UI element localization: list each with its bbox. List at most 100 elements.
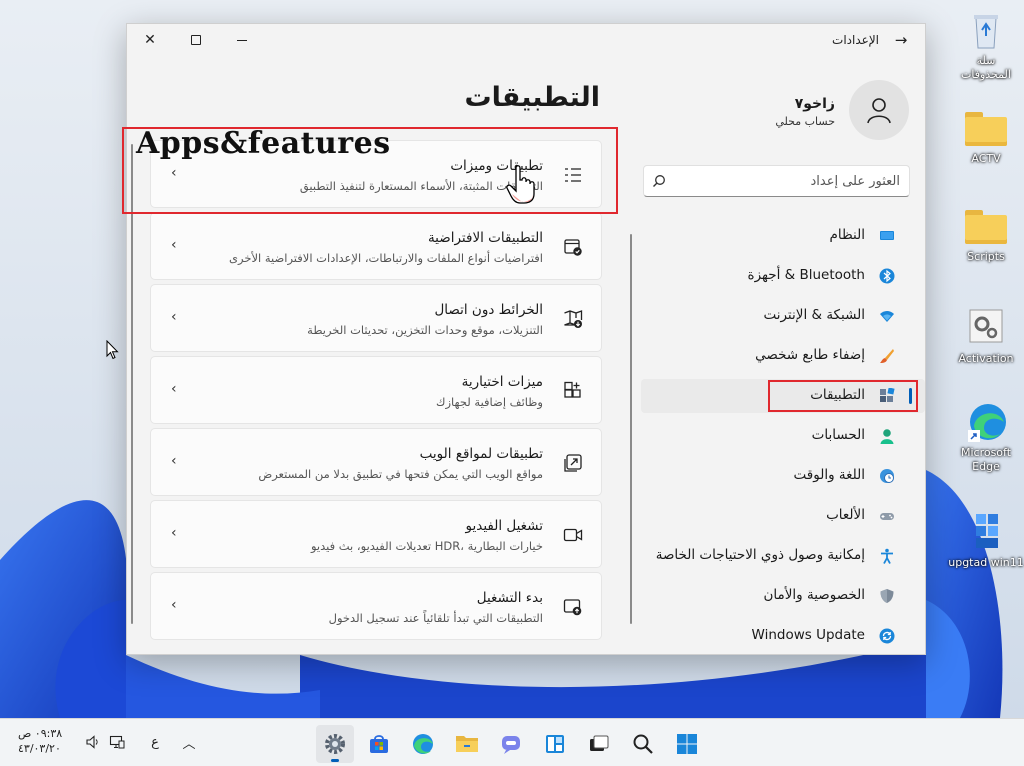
desktop-icon-label: سلة المحذوفات [961, 54, 1011, 81]
nav-item-accounts[interactable]: الحسابات [641, 419, 925, 453]
desktop-icon-label: ACTV [971, 152, 1001, 165]
clock-time: ٠٩:٣٨ ص [18, 727, 63, 740]
taskbar-task-view[interactable] [580, 725, 618, 763]
show-hidden-icons-button[interactable]: ︿ [178, 731, 200, 753]
task-view-icon [590, 735, 609, 751]
card-title: تطبيقات لمواقع الويب [419, 446, 543, 462]
settings-file-icon [964, 306, 1008, 350]
input-language-indicator[interactable]: ع [144, 731, 166, 753]
folder-icon [965, 210, 1007, 244]
search-input[interactable] [672, 170, 900, 192]
card-title: الخرائط دون اتصال [434, 302, 543, 318]
card-video-playback[interactable]: تشغيل الفيديو تعديلات الفيديو، بث فيديو … [150, 500, 602, 568]
taskbar-widgets[interactable] [536, 725, 574, 763]
hand-cursor-icon [506, 165, 535, 204]
user-name: زاخو٧ [794, 96, 835, 112]
nav-item-gaming[interactable]: الألعاب [641, 499, 925, 533]
globe-clock-icon [880, 469, 894, 483]
nav-label: الحسابات [811, 427, 865, 443]
nav-label: الخصوصية والأمان [763, 587, 865, 603]
activation-shortcut[interactable]: Activation [954, 306, 1018, 366]
window-title: الإعدادات [832, 33, 879, 47]
card-subtitle: افتراضيات أنواع الملفات والارتباطات، الإ… [229, 251, 543, 265]
nav-item-windows-update[interactable]: Windows Update [641, 619, 925, 653]
network-icon[interactable] [106, 731, 128, 753]
nav-label: الألعاب [826, 507, 865, 523]
monitor-icon [880, 231, 894, 240]
mouse-pointer-icon [106, 340, 119, 360]
taskbar-settings[interactable] [316, 725, 354, 763]
volume-icon[interactable] [82, 731, 104, 753]
taskbar-store[interactable] [360, 725, 398, 763]
wifi-icon [880, 311, 894, 322]
back-arrow-icon: → [894, 31, 908, 49]
settings-gear-icon [325, 734, 345, 754]
chevron-left-icon: ‹ [171, 525, 177, 541]
windows-logo-icon [677, 734, 697, 754]
close-button[interactable]: ✕ [127, 24, 173, 56]
taskbar-search[interactable] [624, 725, 662, 763]
nav-item-language-time[interactable]: اللغة والوقت [641, 459, 925, 493]
upgtad-shortcut[interactable]: upgtad win11 [948, 510, 1024, 570]
back-button[interactable]: → [889, 30, 913, 50]
edge-icon [964, 400, 1008, 444]
search-icon [653, 175, 665, 187]
card-title: ميزات اختيارية [461, 374, 543, 390]
nav-item-network[interactable]: الشبكة & الإنترنت [641, 299, 925, 333]
settings-search[interactable] [643, 165, 910, 197]
taskbar: ٠٩:٣٨ ص ٤٣/٠٣/٢٠ ع ︿ [0, 718, 1024, 766]
video-icon [563, 528, 583, 542]
scripts-folder-shortcut[interactable]: Scripts [954, 206, 1018, 264]
card-apps-for-websites[interactable]: تطبيقات لمواقع الويب مواقع الويب التي يم… [150, 428, 602, 496]
update-icon [879, 628, 895, 644]
desktop-icon-label: Microsoft Edge [960, 446, 1012, 473]
taskbar-file-explorer[interactable] [448, 725, 486, 763]
settings-window: ✕ الإعدادات → زاخو٧ حساب محلي النظام [126, 23, 926, 655]
accessibility-icon [881, 548, 893, 564]
taskbar-edge[interactable] [404, 725, 442, 763]
nav-item-system[interactable]: النظام [641, 219, 925, 253]
recycle-bin-shortcut[interactable]: سلة المحذوفات [954, 8, 1018, 82]
nav-scrollbar[interactable] [630, 234, 632, 624]
widgets-icon [546, 735, 564, 753]
card-title: التطبيقات الافتراضية [427, 230, 543, 246]
nav-item-personalization[interactable]: إضفاء طابع شخصي [641, 339, 925, 373]
person-icon [880, 429, 894, 444]
edge-shortcut[interactable]: Microsoft Edge [954, 400, 1018, 474]
nav-item-privacy[interactable]: الخصوصية والأمان [641, 579, 925, 613]
user-icon [867, 98, 891, 124]
settings-nav: النظام أجهزة & Bluetooth الشبكة & الإنتر… [641, 219, 925, 654]
desktop-icon-label: Scripts [967, 250, 1005, 263]
installer-icon [964, 510, 1008, 554]
start-button[interactable] [668, 725, 706, 763]
content-scrollbar[interactable] [131, 144, 133, 624]
chevron-left-icon: ‹ [171, 237, 177, 253]
user-profile[interactable]: زاخو٧ حساب محلي [649, 80, 909, 142]
nav-label: إمكانية وصول ذوي الاحتياجات الخاصة [655, 547, 865, 563]
desktop-icon-label: upgtad win11 [948, 556, 1024, 569]
web-app-icon [564, 454, 582, 472]
apps-settings-list: تطبيقات وميزات التطبيقات المثبتة، الأسما… [150, 140, 602, 644]
brush-icon [880, 349, 894, 363]
card-subtitle: مواقع الويب التي يمكن فتحها في تطبيق بدل… [258, 467, 543, 481]
nav-item-accessibility[interactable]: إمكانية وصول ذوي الاحتياجات الخاصة [641, 539, 925, 573]
card-optional-features[interactable]: ميزات اختيارية وظائف إضافية لجهازك ‹ [150, 356, 602, 424]
clock[interactable]: ٠٩:٣٨ ص ٤٣/٠٣/٢٠ [18, 726, 70, 756]
chevron-left-icon: ‹ [171, 453, 177, 469]
maximize-icon [191, 35, 201, 45]
nav-item-bluetooth[interactable]: أجهزة & Bluetooth [641, 259, 925, 293]
avatar [849, 80, 909, 140]
card-startup[interactable]: بدء التشغيل التطبيقات التي تبدأ تلقائياً… [150, 572, 602, 640]
chevron-left-icon: ‹ [171, 381, 177, 397]
taskbar-chat[interactable] [492, 725, 530, 763]
minimize-icon [237, 39, 247, 41]
card-subtitle: التنزيلات، موقع وحدات التخزين، تحديثات ا… [307, 323, 543, 337]
maximize-button[interactable] [173, 24, 219, 56]
actv-folder-shortcut[interactable]: ACTV [954, 108, 1018, 166]
card-default-apps[interactable]: التطبيقات الافتراضية افتراضيات أنواع الم… [150, 212, 602, 280]
annotation-label: Apps&features [136, 126, 391, 161]
startup-icon [563, 599, 582, 616]
minimize-button[interactable] [219, 24, 265, 56]
card-offline-maps[interactable]: الخرائط دون اتصال التنزيلات، موقع وحدات … [150, 284, 602, 352]
map-icon [564, 310, 583, 328]
